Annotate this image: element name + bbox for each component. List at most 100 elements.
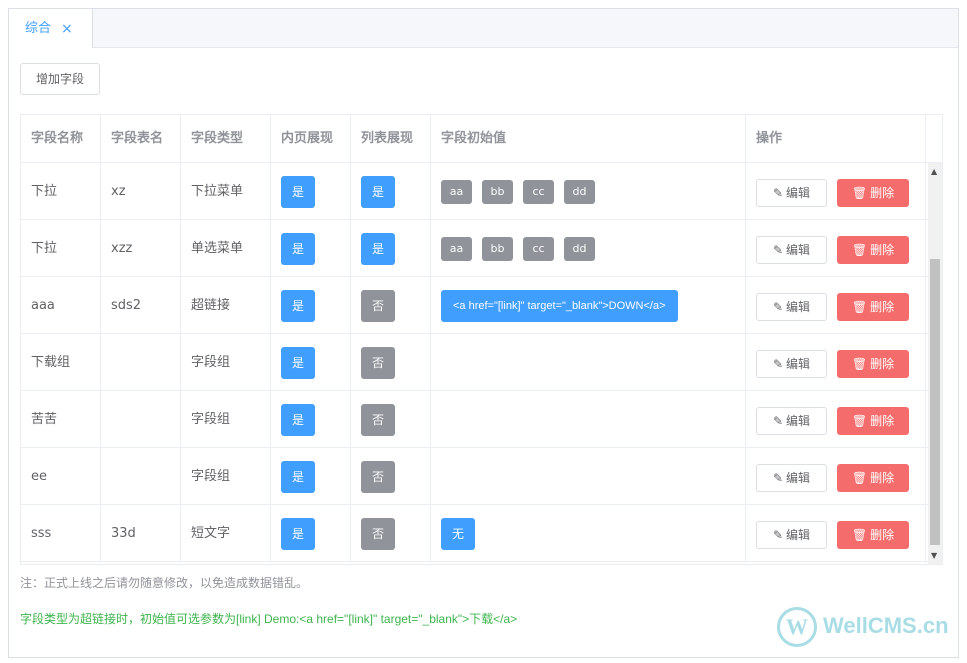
pencil-icon: ✎ [772,414,784,428]
edit-label: 编辑 [786,414,811,428]
cell-list-display: 否 [351,448,431,505]
option-tag: bb [482,237,513,261]
pencil-icon: ✎ [772,357,784,371]
table-row: 下拉 xz 下拉菜单是是 aa bb cc dd ✎ 编辑 🗑 删除 [21,163,928,220]
trash-icon: 🗑 [851,528,868,542]
tab-general[interactable]: 综合 × [9,9,93,48]
delete-button[interactable]: 🗑 删除 [837,521,909,549]
add-field-button[interactable]: 增加字段 [20,63,100,95]
watermark-text: WellCMS.cn [823,613,949,638]
list-display-toggle[interactable]: 否 [361,290,395,322]
delete-label: 删除 [870,243,895,257]
list-display-toggle[interactable]: 否 [361,404,395,436]
inner-display-toggle[interactable]: 是 [281,290,315,322]
column-header-list: 列表展现 [351,115,431,163]
close-icon[interactable]: × [61,9,73,49]
edit-label: 编辑 [786,300,811,314]
option-tag: aa [441,237,472,261]
vertical-scrollbar[interactable]: ▲ ▼ [928,163,942,564]
inner-display-toggle[interactable]: 是 [281,461,315,493]
cell-inner-display: 是 [271,505,351,562]
cell-actions: ✎ 编辑 🗑 删除 [746,505,926,562]
cell-inner-display: 是 [271,391,351,448]
cell-field-table [101,448,181,505]
delete-button[interactable]: 🗑 删除 [837,464,909,492]
cell-field-table: xz [101,163,181,220]
cell-field-table: 33d [101,505,181,562]
option-tag: dd [564,237,595,261]
list-display-toggle[interactable]: 否 [361,461,395,493]
edit-button[interactable]: ✎ 编辑 [756,521,827,549]
cell-actions: ✎ 编辑 🗑 删除 [746,334,926,391]
option-tag: bb [482,180,513,204]
trash-icon: 🗑 [851,357,868,371]
tab-label: 综合 [25,21,52,36]
column-header-initial: 字段初始值 [431,115,746,163]
list-display-toggle[interactable]: 是 [361,233,395,265]
initial-value-tag: 无 [441,518,475,550]
cell-field-name: sss [21,505,101,562]
column-header-actions: 操作 [746,115,926,163]
list-display-toggle[interactable]: 否 [361,347,395,379]
trash-icon: 🗑 [851,243,868,257]
scroll-down-icon[interactable]: ▼ [931,551,937,560]
scroll-up-icon[interactable]: ▲ [931,167,937,176]
inner-display-toggle[interactable]: 是 [281,404,315,436]
option-tag: dd [564,180,595,204]
delete-label: 删除 [870,300,895,314]
cell-field-type: 字段组 [181,391,271,448]
cell-initial-value: aa bb cc dd [431,163,746,220]
inner-display-toggle[interactable]: 是 [281,518,315,550]
initial-value-tag: <a href="[link]" target="_blank">DOWN</a… [441,290,678,322]
cell-initial-value: <a href="[link]" target="_blank">DOWN</a… [431,277,746,334]
delete-label: 删除 [870,414,895,428]
inner-display-toggle[interactable]: 是 [281,233,315,265]
column-header-inner: 内页展现 [271,115,351,163]
column-header-type: 字段类型 [181,115,271,163]
delete-button[interactable]: 🗑 删除 [837,179,909,207]
option-tag: aa [441,180,472,204]
fields-table: 字段名称 字段表名 字段类型 内页展现 列表展现 字段初始值 操作 下拉 xz 下拉… [20,114,943,565]
edit-label: 编辑 [786,528,811,542]
list-display-toggle[interactable]: 否 [361,518,395,550]
cell-field-table [101,334,181,391]
cell-initial-value [431,391,746,448]
cell-field-name: ee [21,448,101,505]
edit-button[interactable]: ✎ 编辑 [756,236,827,264]
delete-button[interactable]: 🗑 删除 [837,407,909,435]
inner-display-toggle[interactable]: 是 [281,347,315,379]
scrollbar-thumb[interactable] [930,259,940,545]
edit-button[interactable]: ✎ 编辑 [756,464,827,492]
edit-label: 编辑 [786,471,811,485]
cell-field-name: aaa [21,277,101,334]
edit-button[interactable]: ✎ 编辑 [756,179,827,207]
edit-label: 编辑 [786,243,811,257]
delete-button[interactable]: 🗑 删除 [837,350,909,378]
watermark-logo: W WellCMS.cn [777,607,957,649]
edit-button[interactable]: ✎ 编辑 [756,350,827,378]
edit-button[interactable]: ✎ 编辑 [756,293,827,321]
edit-button[interactable]: ✎ 编辑 [756,407,827,435]
inner-display-toggle[interactable]: 是 [281,176,315,208]
delete-button[interactable]: 🗑 删除 [837,293,909,321]
cell-field-table: xzz [101,220,181,277]
delete-button[interactable]: 🗑 删除 [837,236,909,264]
main-card: 综合 × 增加字段 字段名称 字段表名 字段类型 内页展现 列表展现 字段初始值… [8,8,959,658]
link-hint-note: 字段类型为超链接时，初始值可选参数为[link] Demo:<a href="[… [20,612,518,626]
cell-field-type: 超链接 [181,277,271,334]
cell-actions: ✎ 编辑 🗑 删除 [746,391,926,448]
cell-initial-value: aa bb cc dd [431,220,746,277]
table-row: sss 33d 短文字是 否 无 ✎ 编辑 🗑 删除 [21,505,928,562]
cell-field-type: 下拉菜单 [181,163,271,220]
trash-icon: 🗑 [851,414,868,428]
cell-actions: ✎ 编辑 🗑 删除 [746,163,926,220]
list-display-toggle[interactable]: 是 [361,176,395,208]
cell-actions: ✎ 编辑 🗑 删除 [746,277,926,334]
cell-initial-value [431,448,746,505]
table-row: 苦苦 字段组是 否 ✎ 编辑 🗑 删除 [21,391,928,448]
cell-inner-display: 是 [271,220,351,277]
cell-inner-display: 是 [271,277,351,334]
pencil-icon: ✎ [772,471,784,485]
option-tag: cc [523,180,554,204]
cell-field-type: 字段组 [181,334,271,391]
